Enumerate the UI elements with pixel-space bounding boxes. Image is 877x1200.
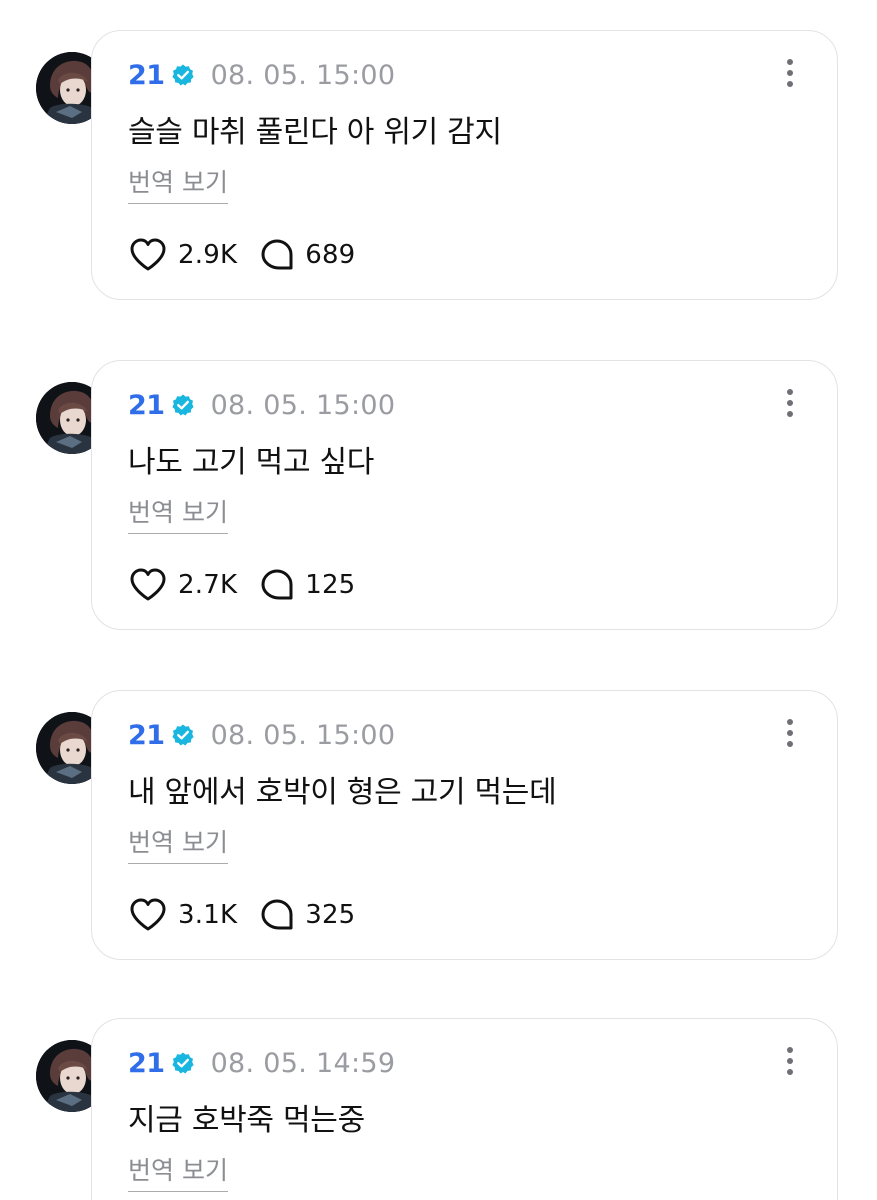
more-vertical-icon[interactable] xyxy=(783,1047,797,1079)
post-header: 21 08. 05. 15:00 xyxy=(128,717,395,753)
comment-count: 325 xyxy=(305,900,356,930)
verified-badge-icon xyxy=(171,64,194,86)
post-feed: 21 08. 05. 15:00 슬슬 마취 풀린다 아 위기 감지 번역 보기… xyxy=(0,0,877,1200)
author-name[interactable]: 21 xyxy=(128,390,165,421)
translate-link[interactable]: 번역 보기 xyxy=(128,1151,228,1192)
translate-link[interactable]: 번역 보기 xyxy=(128,493,228,534)
post-timestamp: 08. 05. 15:00 xyxy=(210,389,396,421)
post-timestamp: 08. 05. 14:59 xyxy=(210,1047,396,1079)
like-count: 2.7K xyxy=(178,570,238,600)
post-timestamp: 08. 05. 15:00 xyxy=(210,59,396,91)
comment-button[interactable]: 125 xyxy=(259,567,355,603)
more-vertical-icon[interactable] xyxy=(783,719,797,751)
author-name[interactable]: 21 xyxy=(128,60,165,91)
post-card: 21 08. 05. 15:00 슬슬 마취 풀린다 아 위기 감지 번역 보기… xyxy=(0,30,877,330)
post-actions: 2.9K 689 xyxy=(128,237,377,273)
post-card: 21 08. 05. 14:59 지금 호박죽 먹는중 번역 보기 xyxy=(0,1018,877,1200)
heart-icon xyxy=(130,898,166,931)
author-name[interactable]: 21 xyxy=(128,1048,165,1079)
post-actions: 2.7K 125 xyxy=(128,567,377,603)
comment-button[interactable]: 325 xyxy=(259,897,355,933)
post-bubble: 21 08. 05. 15:00 내 앞에서 호박이 형은 고기 먹는데 번역 … xyxy=(91,690,838,960)
author-name[interactable]: 21 xyxy=(128,720,165,751)
like-button[interactable]: 2.7K xyxy=(128,567,237,603)
like-count: 2.9K xyxy=(178,240,238,270)
post-actions: 3.1K 325 xyxy=(128,897,377,933)
verified-badge-icon xyxy=(171,394,194,416)
post-bubble: 21 08. 05. 14:59 지금 호박죽 먹는중 번역 보기 xyxy=(91,1018,838,1200)
post-header: 21 08. 05. 14:59 xyxy=(128,1045,395,1081)
post-header: 21 08. 05. 15:00 xyxy=(128,57,395,93)
post-text: 나도 고기 먹고 싶다 xyxy=(128,445,375,480)
post-card: 21 08. 05. 15:00 나도 고기 먹고 싶다 번역 보기 2.7K xyxy=(0,360,877,660)
comment-count: 689 xyxy=(305,240,356,270)
comment-bubble-icon xyxy=(261,239,293,270)
comment-count: 125 xyxy=(305,570,356,600)
heart-icon xyxy=(130,568,166,601)
post-text: 내 앞에서 호박이 형은 고기 먹는데 xyxy=(128,775,557,810)
post-text: 슬슬 마취 풀린다 아 위기 감지 xyxy=(128,115,502,150)
comment-bubble-icon xyxy=(261,569,293,600)
post-text: 지금 호박죽 먹는중 xyxy=(128,1103,365,1138)
like-button[interactable]: 3.1K xyxy=(128,897,237,933)
more-vertical-icon[interactable] xyxy=(783,59,797,91)
post-card: 21 08. 05. 15:00 내 앞에서 호박이 형은 고기 먹는데 번역 … xyxy=(0,690,877,990)
translate-link[interactable]: 번역 보기 xyxy=(128,163,228,204)
like-count: 3.1K xyxy=(178,900,238,930)
comment-bubble-icon xyxy=(261,899,293,930)
more-vertical-icon[interactable] xyxy=(783,389,797,421)
translate-link[interactable]: 번역 보기 xyxy=(128,823,228,864)
heart-icon xyxy=(130,238,166,271)
like-button[interactable]: 2.9K xyxy=(128,237,237,273)
verified-badge-icon xyxy=(171,724,194,746)
comment-button[interactable]: 689 xyxy=(259,237,355,273)
post-bubble: 21 08. 05. 15:00 슬슬 마취 풀린다 아 위기 감지 번역 보기… xyxy=(91,30,838,300)
post-bubble: 21 08. 05. 15:00 나도 고기 먹고 싶다 번역 보기 2.7K xyxy=(91,360,838,630)
post-timestamp: 08. 05. 15:00 xyxy=(210,719,396,751)
post-header: 21 08. 05. 15:00 xyxy=(128,387,395,423)
verified-badge-icon xyxy=(171,1052,194,1074)
